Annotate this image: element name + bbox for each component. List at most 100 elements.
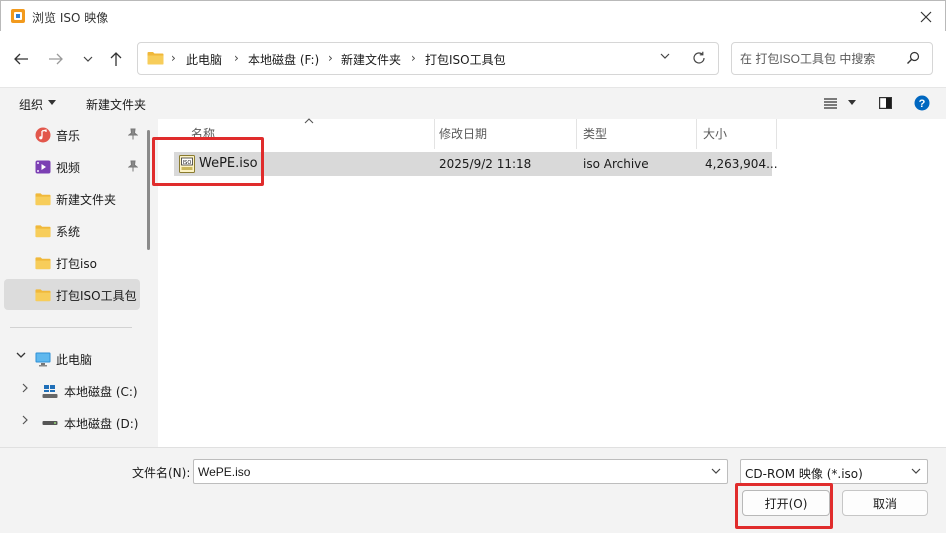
sort-ascending-icon [304, 118, 314, 124]
column-header-date[interactable]: 修改日期 [435, 119, 576, 149]
drive-c-icon [42, 385, 58, 398]
tree-item-drive-d[interactable]: 本地磁盘 (D:) [4, 407, 140, 438]
file-size: 4,263,904... [705, 157, 778, 171]
chevron-down-icon[interactable] [711, 468, 721, 474]
breadcrumb-drive-f[interactable]: 本地磁盘 (F:) [248, 51, 319, 68]
window-title: 浏览 ISO 映像 [32, 11, 109, 25]
title-bar: 浏览 ISO 映像 [0, 0, 946, 31]
back-button[interactable] [10, 48, 32, 70]
chevron-down-icon[interactable] [16, 352, 26, 358]
chevron-down-icon [911, 468, 921, 474]
chevron-down-icon[interactable] [660, 53, 670, 59]
cancel-button[interactable]: 取消 [842, 490, 928, 516]
file-type: iso Archive [583, 157, 649, 171]
sidebar-item-iso-toolkit[interactable]: 打包ISO工具包 [4, 279, 140, 310]
folder-icon [35, 193, 51, 206]
computer-icon [35, 352, 51, 367]
search-box[interactable] [731, 42, 933, 75]
preview-pane-icon[interactable] [879, 97, 892, 109]
column-header-name[interactable]: 名称 [158, 118, 434, 149]
folder-icon [35, 225, 51, 238]
breadcrumb-separator: › [171, 51, 176, 65]
breadcrumb-separator: › [411, 51, 416, 65]
svg-text:?: ? [919, 98, 926, 110]
chevron-right-icon[interactable] [22, 415, 28, 425]
sidebar-item-music[interactable]: 音乐 [4, 119, 140, 150]
search-input[interactable] [740, 50, 900, 68]
sidebar-item-videos[interactable]: 视频 [4, 151, 140, 182]
sidebar-item-label: 新建文件夹 [56, 193, 117, 207]
pin-icon[interactable] [128, 160, 138, 172]
tree-item-drive-c[interactable]: 本地磁盘 (C:) [4, 375, 140, 406]
breadcrumb-new-folder[interactable]: 新建文件夹 [341, 51, 401, 68]
navigation-pane: 音乐 视频 新建文件夹 系统 打包iso 打包ISO工具包 此电脑 本地磁盘 (… [0, 119, 150, 447]
column-header-label: 名称 [191, 127, 216, 141]
navigation-bar: › 此电脑 › 本地磁盘 (F:) › 新建文件夹 › 打包ISO工具包 [0, 31, 946, 87]
toolbar: 组织 新建文件夹 ? [0, 87, 946, 119]
search-icon [907, 51, 920, 64]
column-header-size[interactable]: 大小 [697, 119, 776, 149]
column-divider[interactable] [776, 119, 777, 149]
view-list-icon[interactable] [824, 98, 837, 109]
sidebar-item-label: 视频 [56, 161, 81, 175]
folder-icon [35, 289, 51, 302]
file-list: 名称 修改日期 类型 大小 ISO WePE.iso 2025/9/2 11:1… [158, 118, 946, 447]
column-header-label: 类型 [583, 127, 608, 141]
tree-item-label: 本地磁盘 (D:) [64, 417, 139, 431]
file-date: 2025/9/2 11:18 [439, 157, 532, 171]
sidebar-item-label: 系统 [56, 225, 81, 239]
open-button[interactable]: 打开(O) [742, 490, 830, 516]
sidebar-item-new-folder[interactable]: 新建文件夹 [4, 183, 140, 214]
address-bar[interactable]: › 此电脑 › 本地磁盘 (F:) › 新建文件夹 › 打包ISO工具包 [137, 42, 719, 75]
sidebar-item-system[interactable]: 系统 [4, 215, 140, 246]
caret-down-icon[interactable] [848, 100, 856, 105]
forward-button[interactable] [45, 48, 67, 70]
tree-item-label: 本地磁盘 (C:) [64, 385, 138, 399]
column-header-label: 大小 [703, 127, 728, 141]
filename-input[interactable] [198, 464, 698, 480]
up-button[interactable] [105, 48, 127, 70]
video-icon [35, 160, 51, 174]
sidebar-item-pack-iso[interactable]: 打包iso [4, 247, 140, 278]
chevron-down-icon [83, 56, 93, 62]
chevron-right-icon[interactable] [22, 383, 28, 393]
close-button[interactable] [915, 6, 937, 28]
refresh-icon[interactable] [692, 51, 706, 65]
new-folder-button[interactable]: 新建文件夹 [86, 96, 146, 113]
folder-icon [147, 52, 164, 65]
music-icon [35, 127, 51, 143]
sidebar-item-label: 打包ISO工具包 [56, 289, 137, 303]
column-header-label: 修改日期 [439, 127, 488, 141]
sidebar-item-label: 打包iso [56, 257, 97, 271]
folder-icon [35, 257, 51, 270]
iso-file-icon: ISO [179, 155, 195, 173]
help-icon[interactable]: ? [914, 95, 930, 111]
pin-icon[interactable] [128, 128, 138, 140]
sidebar-item-label: 音乐 [56, 129, 81, 143]
sidebar-divider [10, 327, 132, 328]
app-icon [11, 9, 25, 23]
recent-locations-button[interactable] [77, 48, 99, 70]
filename-label: 文件名(N): [132, 466, 191, 480]
file-name: WePE.iso [199, 156, 258, 171]
filename-combobox[interactable] [193, 459, 728, 484]
drive-icon [42, 421, 58, 425]
caret-down-icon [48, 100, 56, 105]
tree-item-this-pc[interactable]: 此电脑 [4, 343, 140, 374]
tree-item-label: 此电脑 [56, 353, 93, 367]
sidebar-scrollbar[interactable] [147, 130, 150, 250]
filetype-value: CD-ROM 映像 (*.iso) [745, 467, 863, 481]
arrow-right-icon [49, 53, 63, 65]
breadcrumb-separator: › [328, 51, 333, 65]
dialog-footer: 文件名(N): CD-ROM 映像 (*.iso) 打开(O) 取消 [0, 447, 946, 533]
breadcrumb-this-pc[interactable]: 此电脑 [186, 51, 222, 68]
arrow-up-icon [110, 52, 122, 66]
column-header-type[interactable]: 类型 [577, 119, 696, 149]
close-icon [920, 11, 932, 23]
filetype-select[interactable]: CD-ROM 映像 (*.iso) [740, 459, 928, 484]
breadcrumb-iso-toolkit[interactable]: 打包ISO工具包 [425, 51, 506, 68]
file-row[interactable]: ISO WePE.iso 2025/9/2 11:18 iso Archive … [174, 152, 778, 176]
svg-text:ISO: ISO [183, 160, 192, 166]
arrow-left-icon [14, 53, 28, 65]
organize-menu[interactable]: 组织 [19, 96, 43, 113]
